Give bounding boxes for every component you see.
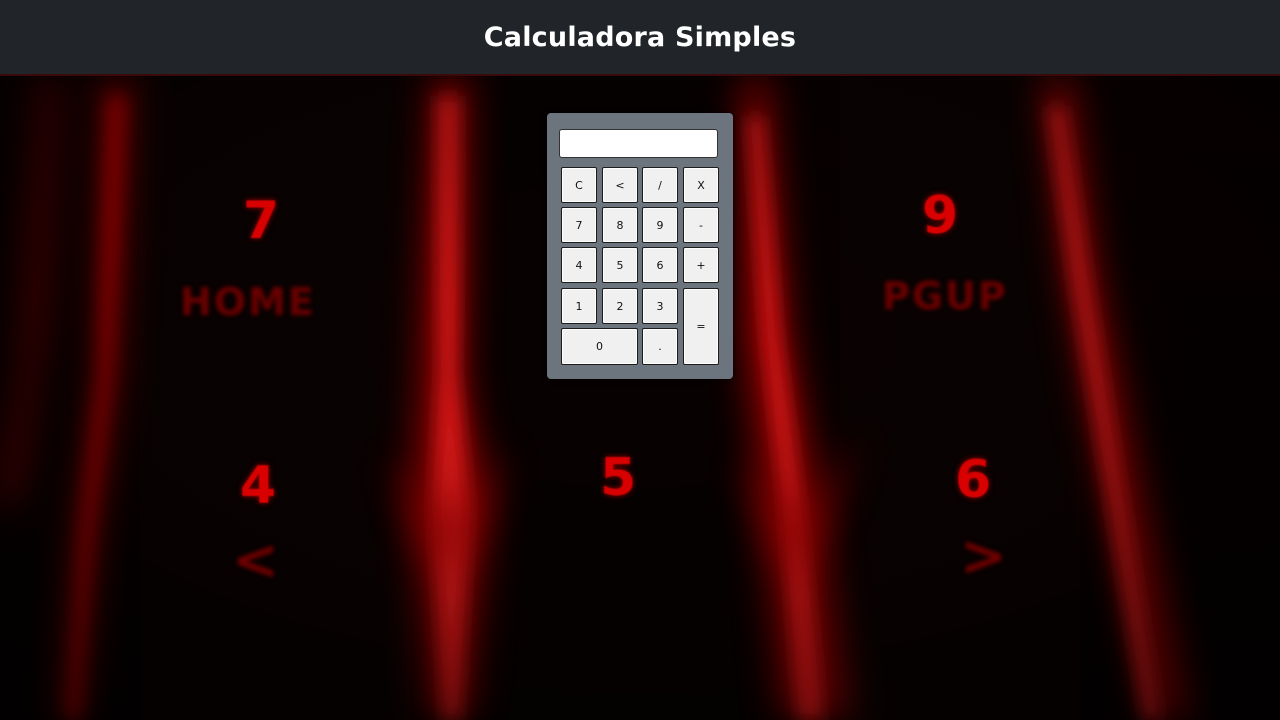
calculator-display-input[interactable] bbox=[559, 129, 718, 158]
bg-key-nine: 9 bbox=[922, 186, 959, 246]
digit-1-button[interactable]: 1 bbox=[561, 288, 597, 324]
digit-9-button[interactable]: 9 bbox=[642, 207, 678, 243]
clear-button[interactable]: C bbox=[561, 167, 597, 203]
digit-0-button[interactable]: 0 bbox=[561, 328, 638, 365]
digit-4-button[interactable]: 4 bbox=[561, 247, 597, 283]
bg-left-arrow-icon: < bbox=[232, 528, 279, 593]
digit-5-button[interactable]: 5 bbox=[602, 247, 638, 283]
digit-2-button[interactable]: 2 bbox=[602, 288, 638, 324]
bg-right-arrow-icon: > bbox=[960, 524, 1007, 589]
bg-key-five: 5 bbox=[600, 448, 637, 508]
digit-6-button[interactable]: 6 bbox=[642, 247, 678, 283]
multiply-button[interactable]: X bbox=[683, 167, 719, 203]
equals-button[interactable]: = bbox=[683, 288, 719, 365]
page-title: Calculadora Simples bbox=[483, 21, 797, 53]
minus-button[interactable]: - bbox=[683, 207, 719, 243]
divide-button[interactable]: / bbox=[642, 167, 678, 203]
bg-key-seven: 7 bbox=[243, 191, 280, 251]
digit-3-button[interactable]: 3 bbox=[642, 288, 678, 324]
bg-key-home: HOME bbox=[180, 280, 316, 324]
plus-button[interactable]: + bbox=[683, 247, 719, 283]
backspace-button[interactable]: < bbox=[602, 167, 638, 203]
digit-8-button[interactable]: 8 bbox=[602, 207, 638, 243]
bg-key-six: 6 bbox=[955, 450, 992, 510]
bg-key-four: 4 bbox=[240, 456, 277, 516]
bg-key-pgup: PGUP bbox=[882, 274, 1008, 318]
digit-7-button[interactable]: 7 bbox=[561, 207, 597, 243]
decimal-button[interactable]: . bbox=[642, 328, 678, 365]
calculator-panel: C < / X 7 8 9 - 4 5 6 + 1 2 3 = 0 . bbox=[547, 113, 733, 379]
page-header: Calculadora Simples bbox=[0, 0, 1280, 76]
